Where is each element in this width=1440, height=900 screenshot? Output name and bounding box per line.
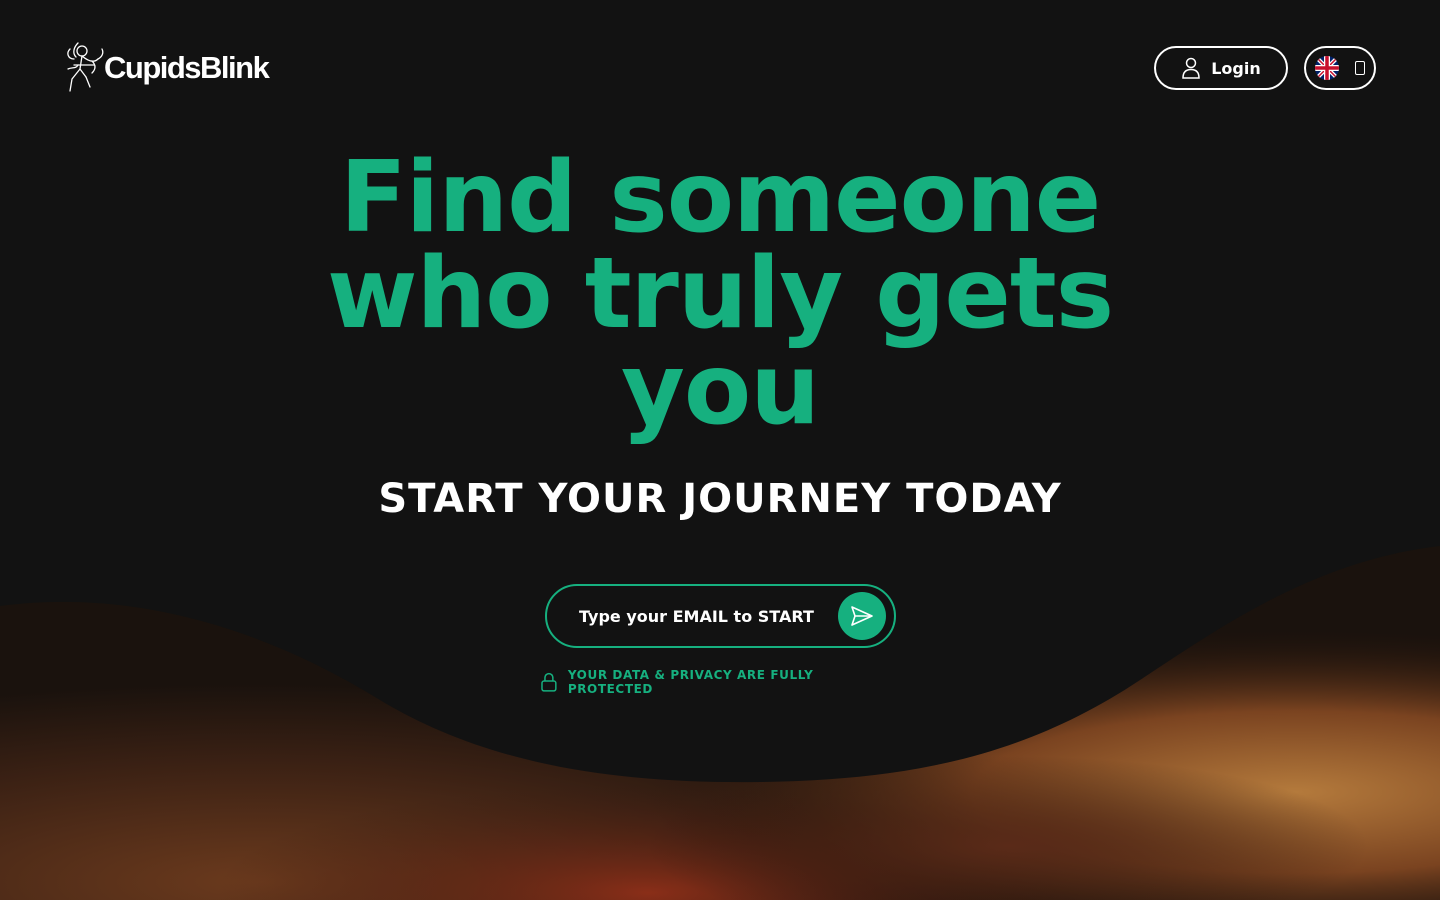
privacy-note: YOUR DATA & PRIVACY ARE FULLY PROTECTED xyxy=(540,668,900,696)
email-signup-form xyxy=(545,584,896,648)
chevron-down-icon xyxy=(1355,61,1365,75)
email-input[interactable] xyxy=(579,596,859,636)
landing-page: CupidsBlink Login Find someone who truly xyxy=(0,0,1440,900)
send-icon xyxy=(851,606,873,626)
user-icon xyxy=(1182,57,1200,79)
brand-name: CupidsBlink xyxy=(104,50,270,85)
privacy-text: YOUR DATA & PRIVACY ARE FULLY PROTECTED xyxy=(567,668,814,696)
language-selector[interactable] xyxy=(1304,46,1376,90)
brand-logo[interactable]: CupidsBlink xyxy=(64,38,294,98)
login-button[interactable]: Login xyxy=(1154,46,1288,90)
hero-subtitle: START YOUR JOURNEY TODAY xyxy=(378,476,1062,522)
submit-email-button[interactable] xyxy=(838,592,886,640)
cupid-icon xyxy=(67,42,104,92)
login-label: Login xyxy=(1211,58,1261,78)
lock-icon xyxy=(541,672,557,692)
uk-flag-icon xyxy=(1315,56,1339,80)
hero-title: Find someone who truly gets you xyxy=(326,141,1114,447)
site-header: CupidsBlink Login xyxy=(0,0,1440,136)
